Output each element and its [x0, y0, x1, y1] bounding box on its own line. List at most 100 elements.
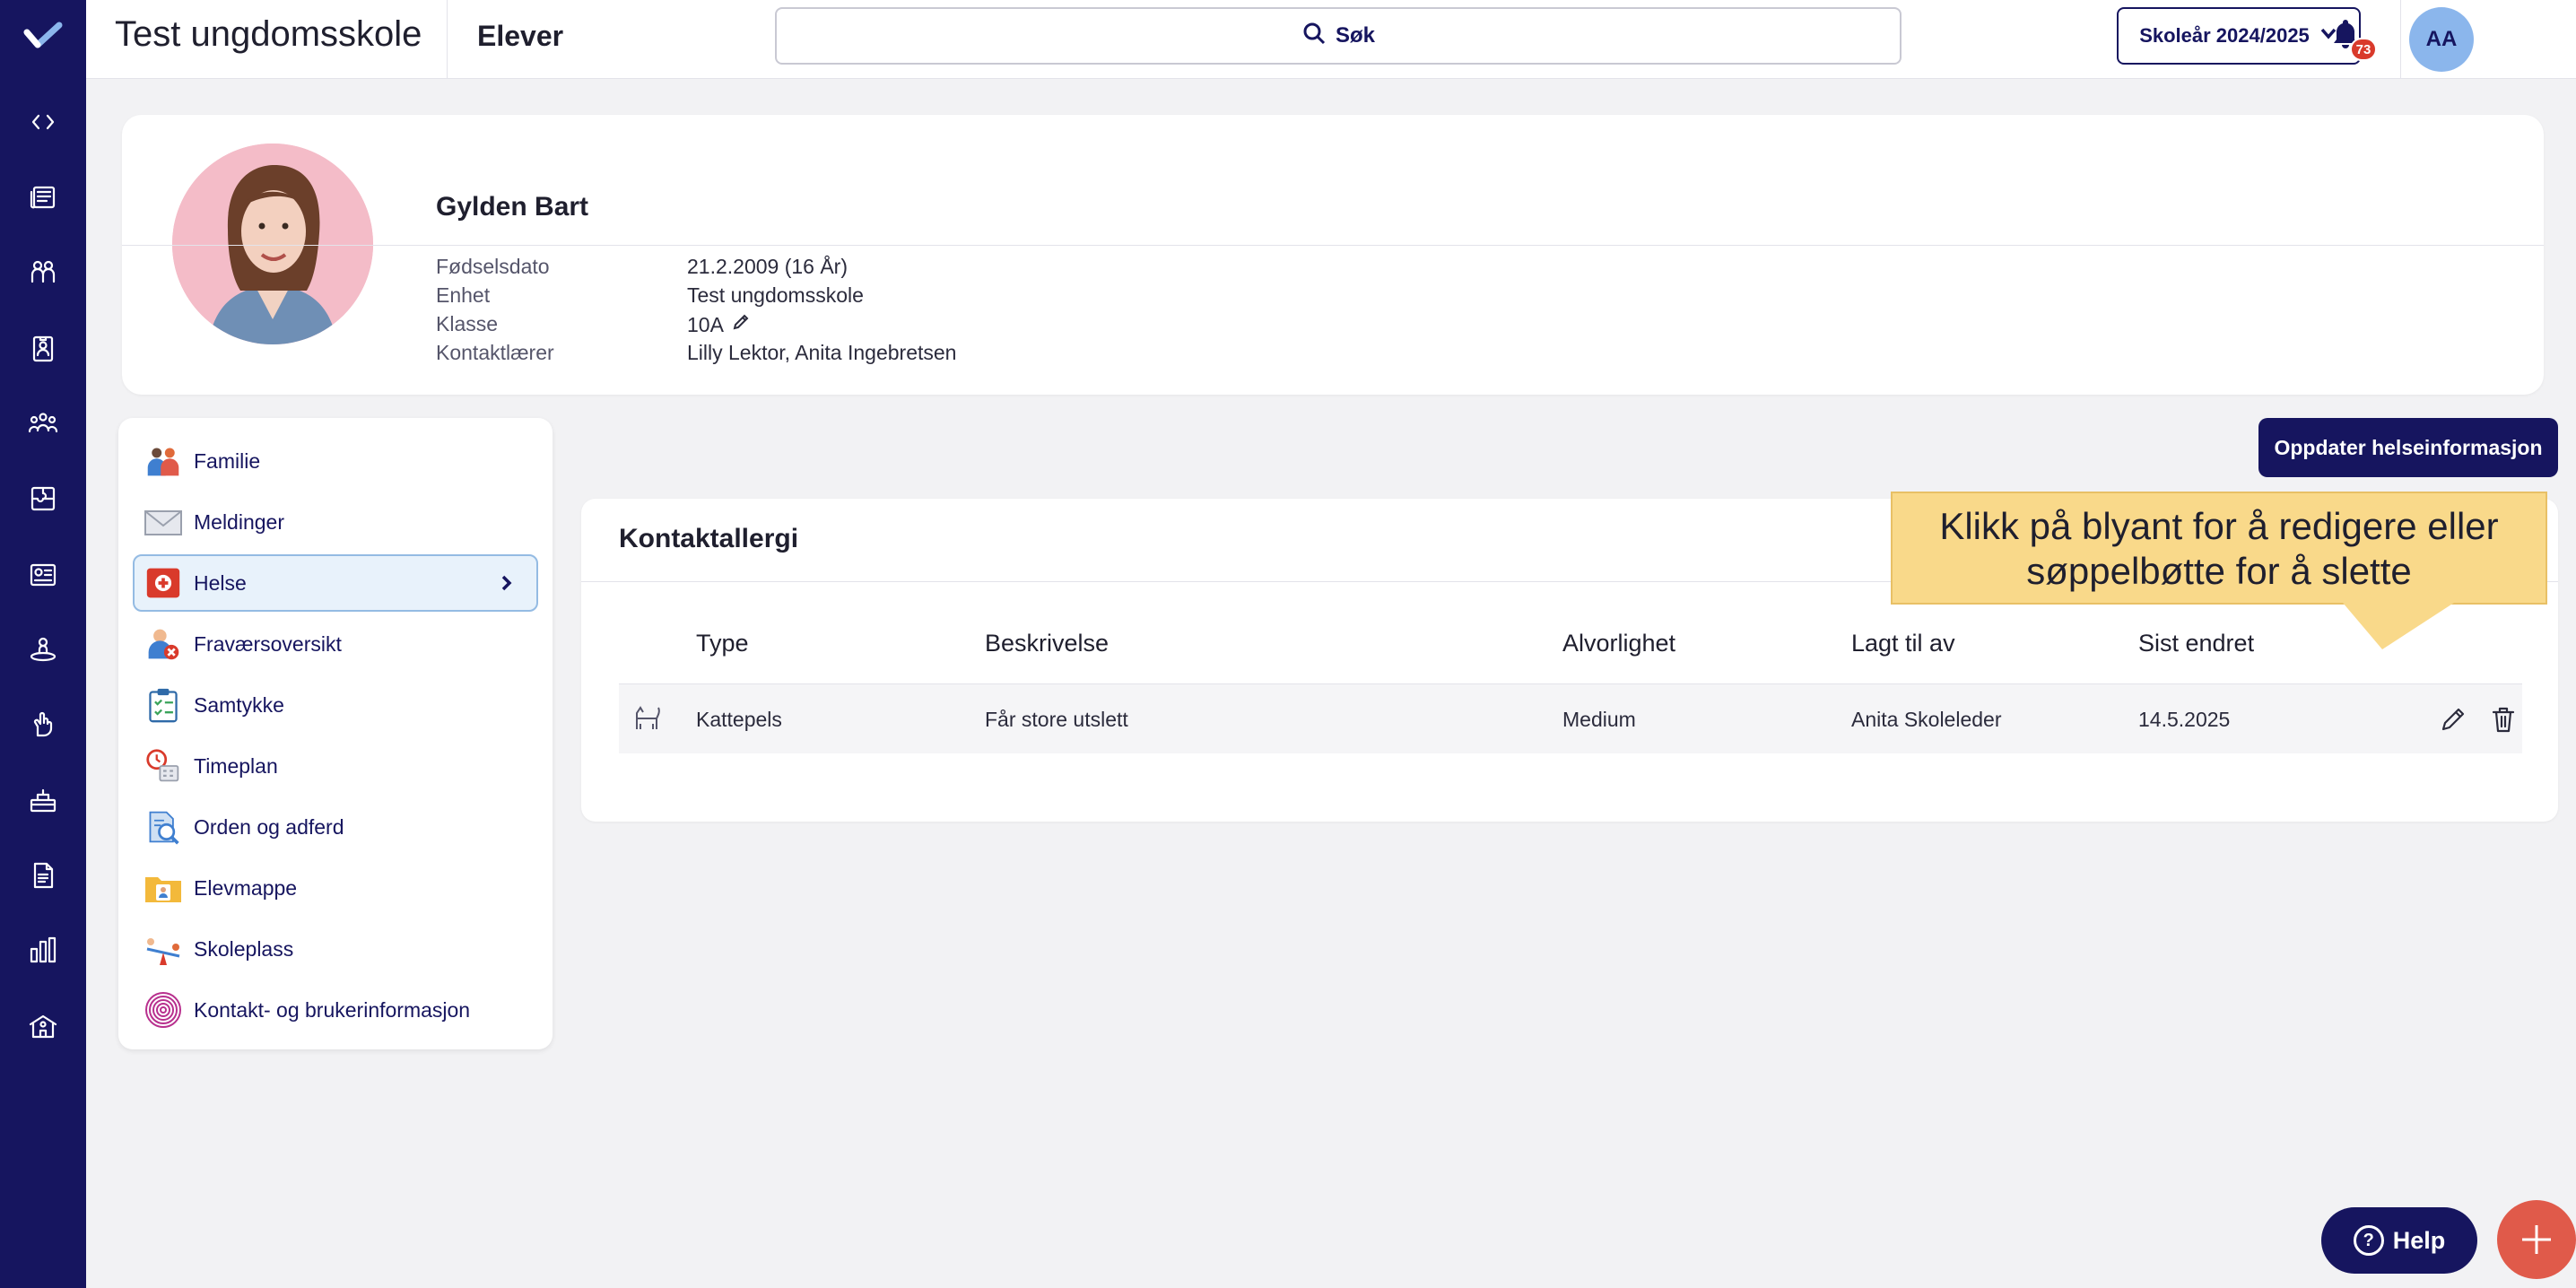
fingerprint-icon [144, 990, 183, 1030]
app-logo-icon[interactable] [23, 20, 63, 52]
student-profile-card: Gylden Bart Fødselsdato 21.2.2009 (16 År… [122, 115, 2544, 395]
menu-item-kontakt-og-brukerinformasjon[interactable]: Kontakt- og brukerinformasjon [133, 981, 538, 1039]
section-title: Elever [477, 20, 564, 52]
health-icon [144, 563, 183, 603]
cell-severity: Medium [1562, 708, 1636, 731]
desk-icon[interactable] [25, 782, 61, 818]
school-title: Test ungdomsskole [115, 14, 422, 54]
absence-icon [144, 624, 183, 664]
cell-added-by: Anita Skoleleder [1851, 708, 2002, 731]
cell-description: Får store utslett [985, 708, 1128, 731]
user-avatar[interactable]: AA [2409, 7, 2474, 72]
class-text: 10A [687, 312, 724, 336]
id-badge-icon[interactable] [25, 330, 61, 366]
menu-item-helse[interactable]: Helse [133, 554, 538, 612]
edit-class-pencil-icon[interactable] [731, 312, 751, 337]
statistics-icon[interactable] [25, 933, 61, 969]
question-mark-icon: ? [2353, 1225, 2384, 1256]
contact-teacher-value: Lilly Lektor, Anita Ingebretsen [687, 341, 956, 365]
contact-teacher-text: Lilly Lektor, Anita Ingebretsen [687, 341, 957, 364]
instruction-tooltip: Klikk på blyant for å redigere eller søp… [1891, 492, 2547, 605]
menu-item-meldinger[interactable]: Meldinger [133, 493, 538, 551]
header-divider-right [2400, 0, 2401, 79]
search-input[interactable]: Søk [775, 7, 1902, 65]
hand-raise-icon[interactable] [25, 707, 61, 743]
column-header-severity: Alvorlighet [1562, 630, 1676, 657]
news-icon[interactable] [25, 179, 61, 215]
update-health-info-button[interactable]: Oppdater helseinformasjon [2258, 418, 2558, 477]
menu-label-timeplan: Timeplan [194, 753, 278, 778]
birthdate-label: Fødselsdato [436, 255, 550, 278]
left-navigation [0, 0, 86, 1288]
puzzle-icon[interactable] [25, 481, 61, 517]
seesaw-icon [144, 929, 183, 969]
menu-label-skoleplass: Skoleplass [194, 936, 294, 961]
help-label: Help [2392, 1226, 2446, 1254]
tooltip-line-1: Klikk på blyant for å redigere eller [1939, 505, 2499, 547]
envelope-icon [144, 502, 183, 542]
birthdate-value: 21.2.2009 (16 År) [687, 255, 848, 279]
menu-label-helse: Helse [194, 570, 247, 595]
chevron-right-icon [501, 575, 512, 591]
birthdate-text: 21.2.2009 (16 År) [687, 255, 849, 278]
document-icon[interactable] [25, 857, 61, 893]
menu-label-kontakt-og-brukerinformasjon: Kontakt- og brukerinformasjon [194, 997, 471, 1022]
school-year-dropdown[interactable]: Skoleår 2024/2025 [2117, 7, 2361, 65]
student-photo [172, 144, 373, 344]
menu-label-samtykke: Samtykke [194, 692, 284, 717]
menu-item-fravaersoversikt[interactable]: Fraværsoversikt [133, 615, 538, 673]
conduct-icon [144, 807, 183, 847]
unit-text: Test ungdomsskole [687, 283, 864, 307]
class-label: Klasse [436, 312, 499, 335]
tooltip-line-2: søppelbøtte for å slette [2026, 550, 2412, 592]
table-row: Kattepels Får store utslett Medium Anita… [619, 683, 2522, 753]
search-label: Søk [1335, 23, 1375, 48]
folder-icon [144, 868, 183, 908]
top-header: Test ungdomsskole Elever Søk Skoleår 202… [86, 0, 2576, 79]
tooltip-pointer [2343, 603, 2454, 649]
menu-label-elevmappe: Elevmappe [194, 875, 298, 900]
cat-allergy-icon [631, 702, 664, 735]
column-header-added-by: Lagt til av [1851, 630, 1955, 657]
add-fab-button[interactable] [2497, 1200, 2576, 1279]
person-ring-icon[interactable] [25, 631, 61, 667]
delete-trash-icon[interactable] [2488, 704, 2519, 735]
cell-last-modified: 14.5.2025 [2138, 708, 2231, 731]
column-header-last-modified: Sist endret [2138, 630, 2255, 657]
menu-item-elevmappe[interactable]: Elevmappe [133, 859, 538, 917]
header-divider [447, 0, 448, 79]
menu-label-meldinger: Meldinger [194, 509, 284, 534]
menu-label-fravaersoversikt: Fraværsoversikt [194, 631, 342, 656]
help-button[interactable]: ? Help [2321, 1207, 2477, 1274]
clipboard-icon [144, 685, 183, 725]
unit-value: Test ungdomsskole [687, 283, 864, 308]
menu-item-samtykke[interactable]: Samtykke [133, 676, 538, 734]
school-building-icon[interactable] [25, 1008, 61, 1044]
menu-label-orden-og-adferd: Orden og adferd [194, 814, 344, 839]
column-header-description: Beskrivelse [985, 630, 1110, 657]
edit-pencil-icon[interactable] [2438, 704, 2468, 735]
profile-divider [122, 245, 2544, 246]
schedule-icon [144, 746, 183, 786]
column-header-type: Type [696, 630, 749, 657]
expand-nav-icon[interactable] [25, 104, 61, 140]
groups-icon[interactable] [25, 405, 61, 441]
family-icon [144, 441, 183, 481]
student-side-menu: Familie Meldinger Helse Fraværsoversikt … [118, 418, 553, 1049]
school-year-label: Skoleår 2024/2025 [2139, 24, 2310, 47]
dashboard-icon[interactable] [25, 556, 61, 592]
allergy-card-title: Kontaktallergi [619, 524, 799, 553]
menu-item-skoleplass[interactable]: Skoleplass [133, 920, 538, 978]
unit-label: Enhet [436, 283, 491, 307]
students-icon[interactable] [25, 255, 61, 291]
search-icon [1301, 21, 1327, 52]
cell-type: Kattepels [696, 708, 782, 731]
notification-count-badge: 73 [2350, 38, 2377, 61]
menu-item-timeplan[interactable]: Timeplan [133, 737, 538, 795]
class-value: 10A [687, 312, 751, 337]
contact-teacher-label: Kontaktlærer [436, 341, 554, 364]
menu-label-familie: Familie [194, 448, 261, 473]
student-name: Gylden Bart [436, 192, 589, 222]
menu-item-orden-og-adferd[interactable]: Orden og adferd [133, 798, 538, 856]
menu-item-familie[interactable]: Familie [133, 432, 538, 490]
